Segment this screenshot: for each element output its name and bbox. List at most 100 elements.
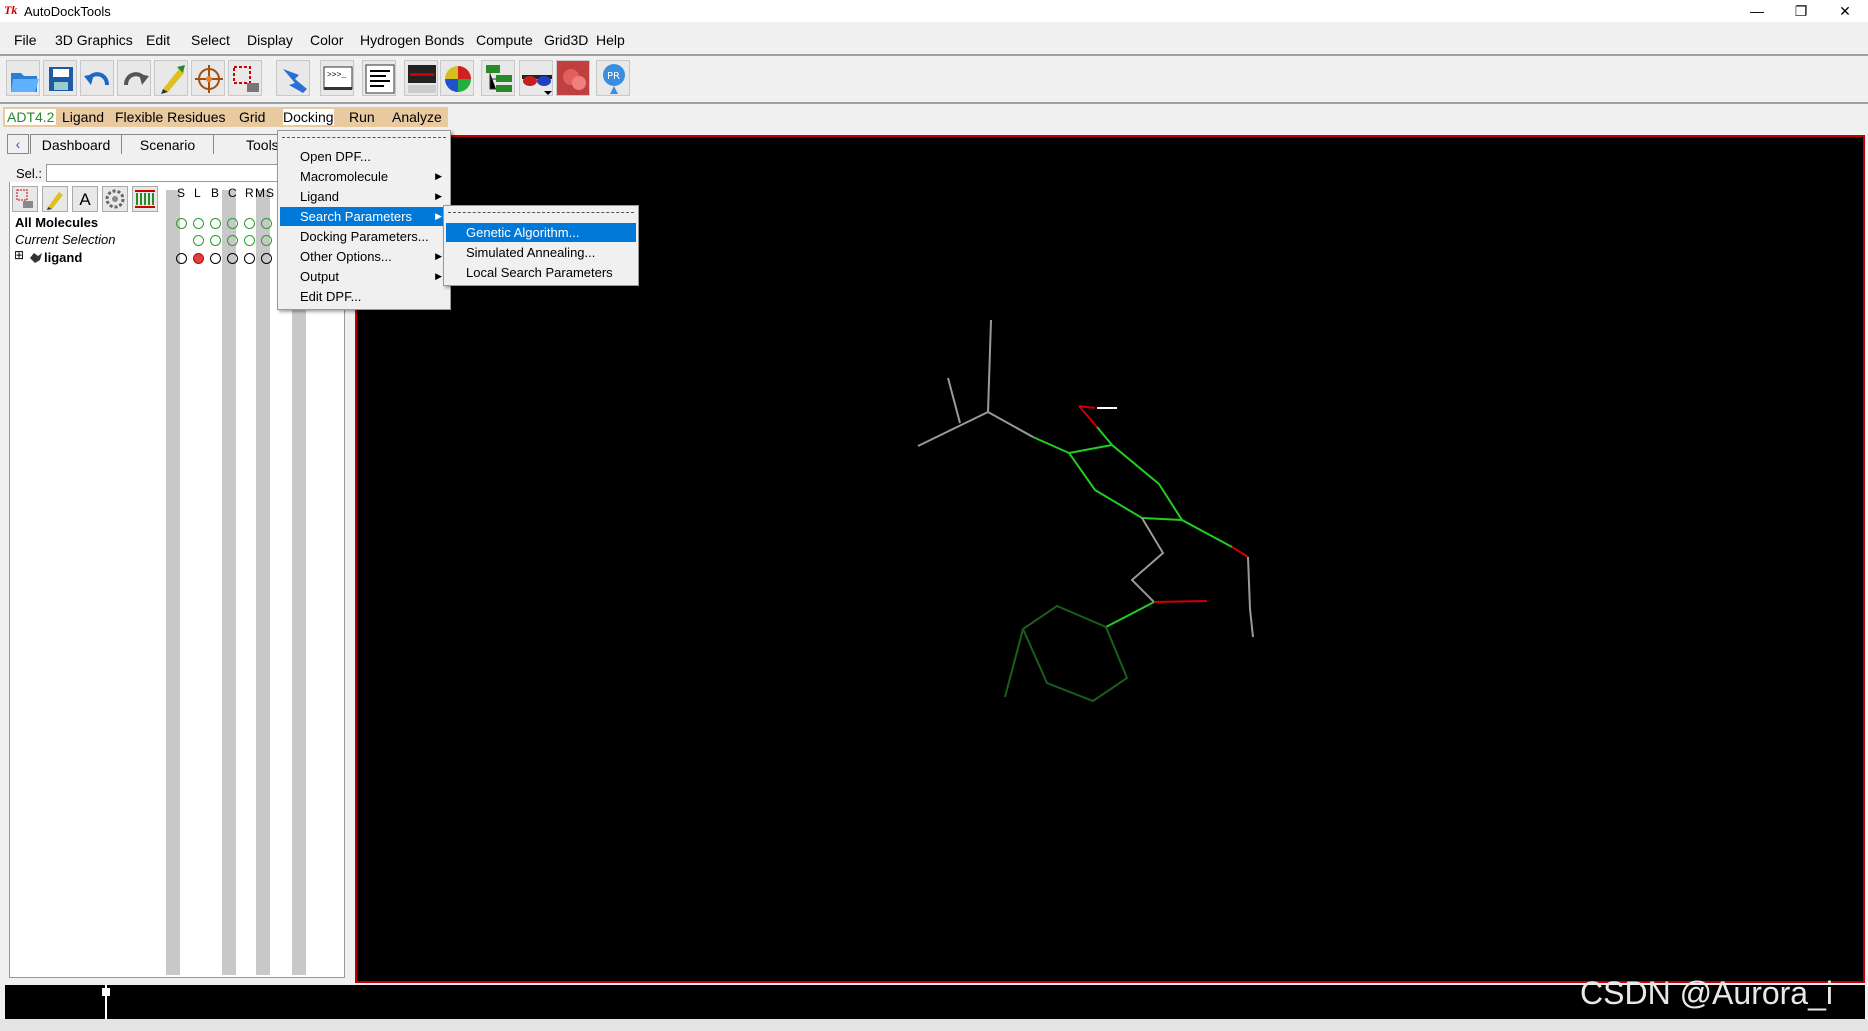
toolbar-divider [0, 102, 1868, 104]
info-icon[interactable]: PR [596, 60, 630, 96]
adt-menu-run[interactable]: Run [349, 109, 375, 125]
sel-input[interactable] [46, 164, 282, 182]
menu-3d-graphics[interactable]: 3D Graphics [55, 32, 133, 48]
menu-item-search-parameters[interactable]: Search Parameters ▶ [280, 207, 448, 226]
toggle-circle[interactable] [227, 253, 238, 264]
grid-ruler-icon[interactable] [132, 186, 158, 212]
menu-color[interactable]: Color [310, 32, 343, 48]
menu-item-local-search-parameters[interactable]: Local Search Parameters [446, 263, 636, 282]
menu-help[interactable]: Help [596, 32, 625, 48]
column-header-b[interactable]: B [211, 186, 219, 200]
tearoff-line[interactable] [448, 212, 634, 213]
open-folder-icon[interactable] [6, 60, 40, 96]
adt-menu-docking[interactable]: Docking [283, 109, 334, 125]
stereo-glasses-icon[interactable] [519, 60, 553, 96]
tree-all-molecules[interactable]: All Molecules [15, 215, 98, 230]
menu-grid3d[interactable]: Grid3D [544, 32, 588, 48]
minimize-button[interactable]: — [1734, 0, 1780, 22]
menu-item-docking-parameters[interactable]: Docking Parameters... [280, 227, 448, 246]
column-header-m[interactable]: M [255, 186, 265, 200]
window-title: AutoDockTools [24, 4, 111, 19]
toggle-circle[interactable] [244, 235, 255, 246]
search-parameters-submenu: Genetic Algorithm... Simulated Annealing… [443, 205, 639, 286]
adt-menu-ligand[interactable]: Ligand [62, 109, 104, 125]
redo-icon[interactable] [117, 60, 151, 96]
menu-item-other-options[interactable]: Other Options... ▶ [280, 247, 448, 266]
toggle-circle[interactable] [210, 218, 221, 229]
close-button[interactable]: ✕ [1822, 0, 1868, 22]
menu-item-ligand[interactable]: Ligand ▶ [280, 187, 448, 206]
tab-tools[interactable]: Tools [214, 134, 284, 154]
toggle-circle[interactable] [244, 218, 255, 229]
column-stripe [166, 190, 180, 975]
pencil-icon[interactable] [154, 60, 188, 96]
menu-item-open-dpf[interactable]: Open DPF... [280, 147, 448, 166]
adt-menu-flexible-residues[interactable]: Flexible Residues [115, 109, 226, 125]
hand-pointer-icon[interactable] [276, 60, 310, 96]
app-icon: Tk [4, 3, 18, 17]
maximize-button[interactable]: ❐ [1778, 0, 1824, 22]
menu-hydrogen-bonds[interactable]: Hydrogen Bonds [360, 32, 464, 48]
color-sphere-icon[interactable] [440, 60, 474, 96]
toggle-circle[interactable] [261, 218, 272, 229]
collapse-arrow-icon[interactable]: ‹ [7, 134, 29, 154]
toggle-circle[interactable] [176, 218, 187, 229]
tab-scenario[interactable]: Scenario [122, 134, 214, 154]
toggle-circle[interactable] [244, 253, 255, 264]
tree-molecule-ligand[interactable]: ligand [44, 250, 82, 265]
menu-file[interactable]: File [14, 32, 37, 48]
toggle-circle[interactable] [227, 218, 238, 229]
adt-menu-grid[interactable]: Grid [239, 109, 265, 125]
undo-icon[interactable] [80, 60, 114, 96]
color-pencil-icon[interactable] [42, 186, 68, 212]
select-command-icon[interactable] [12, 186, 38, 212]
toggle-circle[interactable] [210, 253, 221, 264]
toggle-circle[interactable] [261, 253, 272, 264]
adt-menu-analyze[interactable]: Analyze [392, 109, 442, 125]
toggle-circle[interactable] [210, 235, 221, 246]
menu-item-output[interactable]: Output ▶ [280, 267, 448, 286]
menu-item-macromolecule[interactable]: Macromolecule ▶ [280, 167, 448, 186]
status-bar [0, 1019, 1868, 1031]
tree-icon[interactable] [481, 60, 515, 96]
toggle-circle[interactable] [193, 235, 204, 246]
column-header-l[interactable]: L [194, 186, 201, 200]
save-icon[interactable] [43, 60, 77, 96]
python-shell-icon[interactable]: >>>_ [320, 60, 354, 96]
select-icon[interactable] [228, 60, 262, 96]
main-menubar: File 3D Graphics Edit Select Display Col… [0, 28, 1868, 52]
docking-menu: Open DPF... Macromolecule ▶ Ligand ▶ Searc… [277, 130, 451, 310]
toggle-circle[interactable] [176, 253, 187, 264]
column-header-s[interactable]: S [177, 186, 185, 200]
menu-select[interactable]: Select [191, 32, 230, 48]
menu-item-edit-dpf[interactable]: Edit DPF... [280, 287, 448, 306]
sel-label: Sel.: [16, 166, 43, 181]
menu-item-genetic-algorithm[interactable]: Genetic Algorithm... [446, 223, 636, 242]
slider-handle[interactable] [102, 988, 110, 996]
molecule-icon [29, 251, 43, 263]
column-header-s2[interactable]: S [266, 186, 274, 200]
tab-dashboard[interactable]: Dashboard [30, 134, 122, 154]
toggle-circle[interactable] [193, 218, 204, 229]
toggle-circle[interactable] [261, 235, 272, 246]
submenu-arrow-icon: ▶ [435, 271, 442, 281]
tearoff-line[interactable] [282, 137, 446, 138]
target-icon[interactable] [191, 60, 225, 96]
label-a-icon[interactable]: A [72, 186, 98, 212]
tree-expand-icon[interactable]: ⊞ [14, 248, 24, 262]
menu-compute[interactable]: Compute [476, 32, 533, 48]
toggle-circle-active[interactable] [193, 253, 204, 264]
column-header-c[interactable]: C [228, 186, 237, 200]
text-lines-icon[interactable] [362, 60, 396, 96]
menu-item-simulated-annealing[interactable]: Simulated Annealing... [446, 243, 636, 262]
tree-current-selection[interactable]: Current Selection [15, 232, 115, 247]
column-header-r[interactable]: R [245, 186, 254, 200]
menu-edit[interactable]: Edit [146, 32, 170, 48]
dna-icon[interactable] [556, 60, 590, 96]
menu-display[interactable]: Display [247, 32, 293, 48]
gear-icon[interactable] [102, 186, 128, 212]
monitor-icon[interactable] [404, 60, 438, 96]
toggle-circle[interactable] [227, 235, 238, 246]
submenu-arrow-icon: ▶ [435, 251, 442, 261]
svg-text:PR: PR [607, 71, 620, 82]
